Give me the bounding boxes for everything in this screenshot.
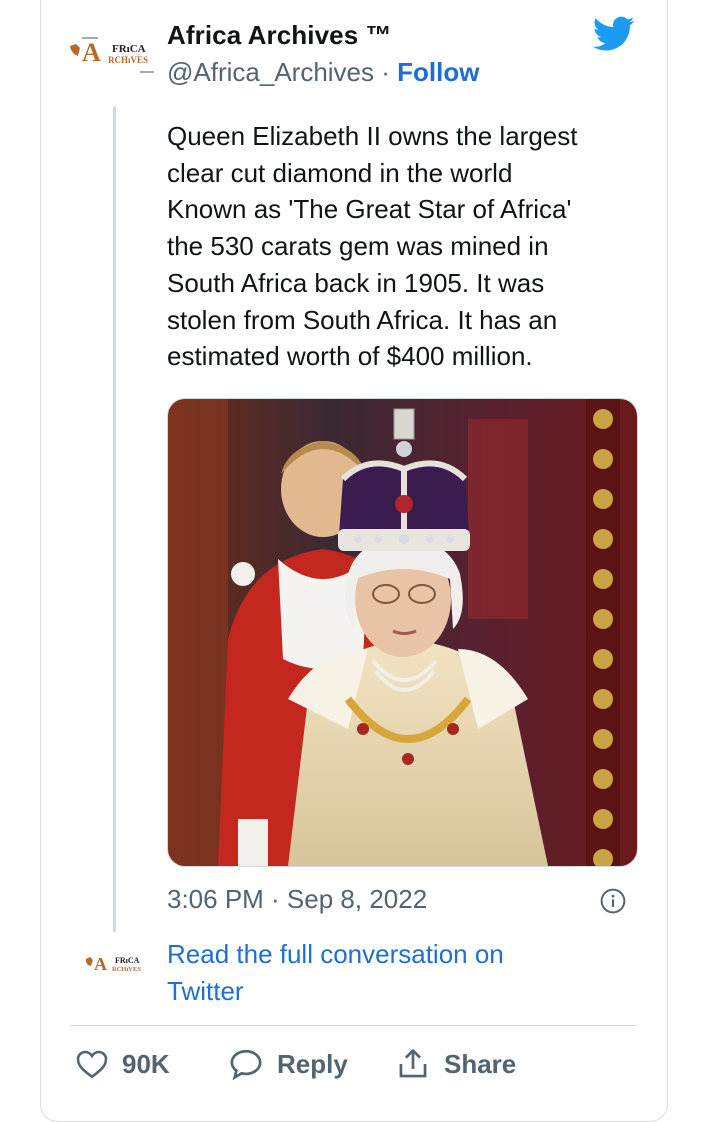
thread-line [113,106,116,932]
tweet-timestamp[interactable]: 3:06 PM · Sep 8, 2022 [167,884,427,915]
svg-text:FRıCA: FRıCA [112,43,146,55]
separator-dot: · [374,57,398,87]
follow-button[interactable]: Follow [397,57,479,87]
africa-archives-logo-icon: A FRıCA RCHıVES [70,37,154,73]
tweet-photo[interactable] [167,398,638,867]
queen-crown-photo [168,399,637,866]
author-avatar[interactable]: A FRıCA RCHıVES [68,34,160,74]
author-name[interactable]: Africa Archives ™ [167,20,392,51]
svg-text:RCHıVES: RCHıVES [108,55,148,65]
like-button[interactable]: 90K [76,1044,170,1084]
share-label: Share [444,1048,517,1079]
twitter-bird-icon[interactable] [593,16,635,52]
africa-archives-logo-icon: A FRıCA RCHıVES [86,954,141,974]
reply-button[interactable]: Reply [229,1044,348,1084]
svg-text:A: A [82,38,101,67]
read-full-conversation-link[interactable]: Read the full conversation on Twitter [167,936,587,1010]
divider [70,1025,636,1026]
heart-icon [76,1050,108,1079]
author-handle-row: @Africa_Archives · Follow [167,57,479,88]
info-icon[interactable] [600,888,626,914]
share-upload-icon [399,1049,427,1078]
likes-count: 90K [122,1048,170,1079]
footer-avatar[interactable]: A FRıCA RCHıVES [84,950,146,980]
svg-text:A: A [94,954,107,974]
svg-text:RCHıVES: RCHıVES [112,966,141,973]
tweet-text: Queen Elizabeth II owns the largest clea… [167,121,578,372]
speech-bubble-icon [230,1049,262,1080]
reply-label: Reply [277,1048,348,1079]
author-handle[interactable]: @Africa_Archives [167,57,374,87]
share-button[interactable]: Share [396,1044,516,1084]
svg-text:FRıCA: FRıCA [115,956,140,965]
